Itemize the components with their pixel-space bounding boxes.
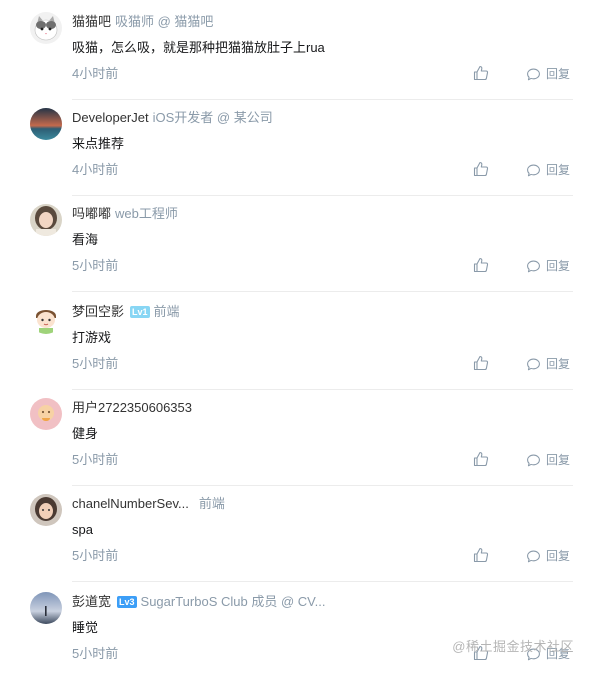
reply-label: 回复 — [546, 259, 571, 273]
like-button[interactable] — [472, 160, 490, 178]
thumbs-up-icon — [473, 257, 489, 273]
comment-item: DeveloperJet iOS开发者 @ 某公司 来点推荐 4小时前 回复 — [30, 100, 573, 196]
comment-time: 4小时前 — [72, 162, 119, 177]
username-link[interactable]: 猫猫吧 — [72, 14, 111, 29]
username-link[interactable]: DeveloperJet — [72, 110, 149, 125]
reply-label: 回复 — [546, 67, 571, 81]
comment-item: 猫猫吧 吸猫师 @ 猫猫吧 吸猫，怎么吸，就是那种把猫猫放肚子上rua 4小时前 … — [30, 4, 573, 100]
comment-item: 梦回空影 Lv1 前端 打游戏 5小时前 回复 — [30, 294, 573, 390]
comment-bubble-icon — [527, 68, 540, 80]
comment-meta: 吗嘟嘟 web工程师 — [72, 204, 178, 224]
thumbs-up-icon — [473, 451, 489, 467]
cat-avatar-icon[interactable] — [30, 12, 62, 44]
landscape-avatar-icon[interactable] — [30, 592, 62, 624]
comment-list: 猫猫吧 吸猫师 @ 猫猫吧 吸猫，怎么吸，就是那种把猫猫放肚子上rua 4小时前 … — [0, 0, 590, 671]
comment-meta: 猫猫吧 吸猫师 @ 猫猫吧 — [72, 12, 213, 32]
reply-button[interactable]: 回复 — [526, 257, 570, 275]
comment-content: 来点推荐 — [72, 136, 125, 151]
default-avatar-icon[interactable] — [30, 398, 62, 430]
reply-label: 回复 — [546, 163, 571, 177]
reply-button[interactable]: 回复 — [526, 65, 570, 83]
comment-meta: 用户2722350606353 — [72, 398, 192, 418]
username-link[interactable]: 吗嘟嘟 — [72, 206, 111, 221]
like-button[interactable] — [472, 64, 490, 82]
comment-item: 吗嘟嘟 web工程师 看海 5小时前 回复 — [30, 196, 573, 292]
comment-bubble-icon — [527, 164, 540, 176]
girl-avatar-icon[interactable] — [30, 204, 62, 236]
comment-content: 打游戏 — [72, 330, 112, 345]
site-watermark: @稀土掘金技术社区 — [452, 639, 574, 654]
comment-content: spa — [72, 522, 93, 537]
like-button[interactable] — [472, 256, 490, 274]
comment-meta: DeveloperJet iOS开发者 @ 某公司 — [72, 108, 273, 128]
username-link[interactable]: chanelNumberSev... — [72, 496, 189, 511]
comment-time: 5小时前 — [72, 356, 119, 371]
comment-bubble-icon — [527, 550, 540, 562]
thumbs-up-icon — [473, 547, 489, 563]
user-title: iOS开发者 @ 某公司 — [152, 110, 273, 125]
reply-button[interactable]: 回复 — [526, 161, 570, 179]
comment-content: 睡觉 — [72, 620, 99, 635]
comment-time: 5小时前 — [72, 548, 119, 563]
comment-item: 彭道宽 Lv3 SugarTurboS Club 成员 @ CV... 睡觉 5小时… — [30, 584, 573, 680]
comment-meta: 梦回空影 Lv1 前端 — [72, 302, 180, 322]
like-button[interactable] — [472, 354, 490, 372]
comment-item: 用户2722350606353 健身 5小时前 回复 — [30, 390, 573, 486]
comment-bubble-icon — [527, 454, 540, 466]
reply-button[interactable]: 回复 — [526, 451, 570, 469]
thumbs-up-icon — [473, 161, 489, 177]
comment-time: 5小时前 — [72, 452, 119, 467]
comment-item: chanelNumberSev... 前端 spa 5小时前 回复 — [30, 486, 573, 582]
thumbs-up-icon — [473, 355, 489, 371]
user-title: 前端 — [153, 304, 180, 319]
like-button[interactable] — [472, 450, 490, 468]
comment-meta: chanelNumberSev... 前端 — [72, 494, 225, 514]
user-title: 前端 — [198, 496, 225, 511]
username-link[interactable]: 用户2722350606353 — [72, 400, 192, 415]
username-link[interactable]: 梦回空影 — [72, 304, 124, 319]
sunset-avatar-icon[interactable] — [30, 108, 62, 140]
user-title: SugarTurboS Club 成员 @ CV... — [140, 594, 326, 609]
comment-bubble-icon — [527, 260, 540, 272]
level-badge: Lv3 — [117, 596, 137, 608]
like-button[interactable] — [472, 546, 490, 564]
child-avatar-icon[interactable] — [30, 494, 62, 526]
cartoon-boy-avatar-icon[interactable] — [30, 302, 62, 334]
comment-content: 看海 — [72, 232, 99, 247]
comment-time: 4小时前 — [72, 66, 119, 81]
comment-time: 5小时前 — [72, 646, 119, 661]
user-title: 吸猫师 @ 猫猫吧 — [115, 14, 214, 29]
comment-bubble-icon — [527, 358, 540, 370]
user-title: web工程师 — [115, 206, 178, 221]
reply-button[interactable]: 回复 — [526, 355, 570, 373]
divider — [72, 581, 573, 582]
username-link[interactable]: 彭道宽 — [72, 594, 111, 609]
reply-label: 回复 — [546, 453, 571, 467]
reply-button[interactable]: 回复 — [526, 547, 570, 565]
comment-time: 5小时前 — [72, 258, 119, 273]
divider — [72, 291, 573, 292]
thumbs-up-icon — [473, 65, 489, 81]
comment-content: 吸猫，怎么吸，就是那种把猫猫放肚子上rua — [72, 40, 325, 55]
reply-label: 回复 — [546, 357, 571, 371]
comment-content: 健身 — [72, 426, 99, 441]
reply-label: 回复 — [546, 549, 571, 563]
comment-meta: 彭道宽 Lv3 SugarTurboS Club 成员 @ CV... — [72, 592, 325, 612]
level-badge: Lv1 — [130, 306, 150, 318]
